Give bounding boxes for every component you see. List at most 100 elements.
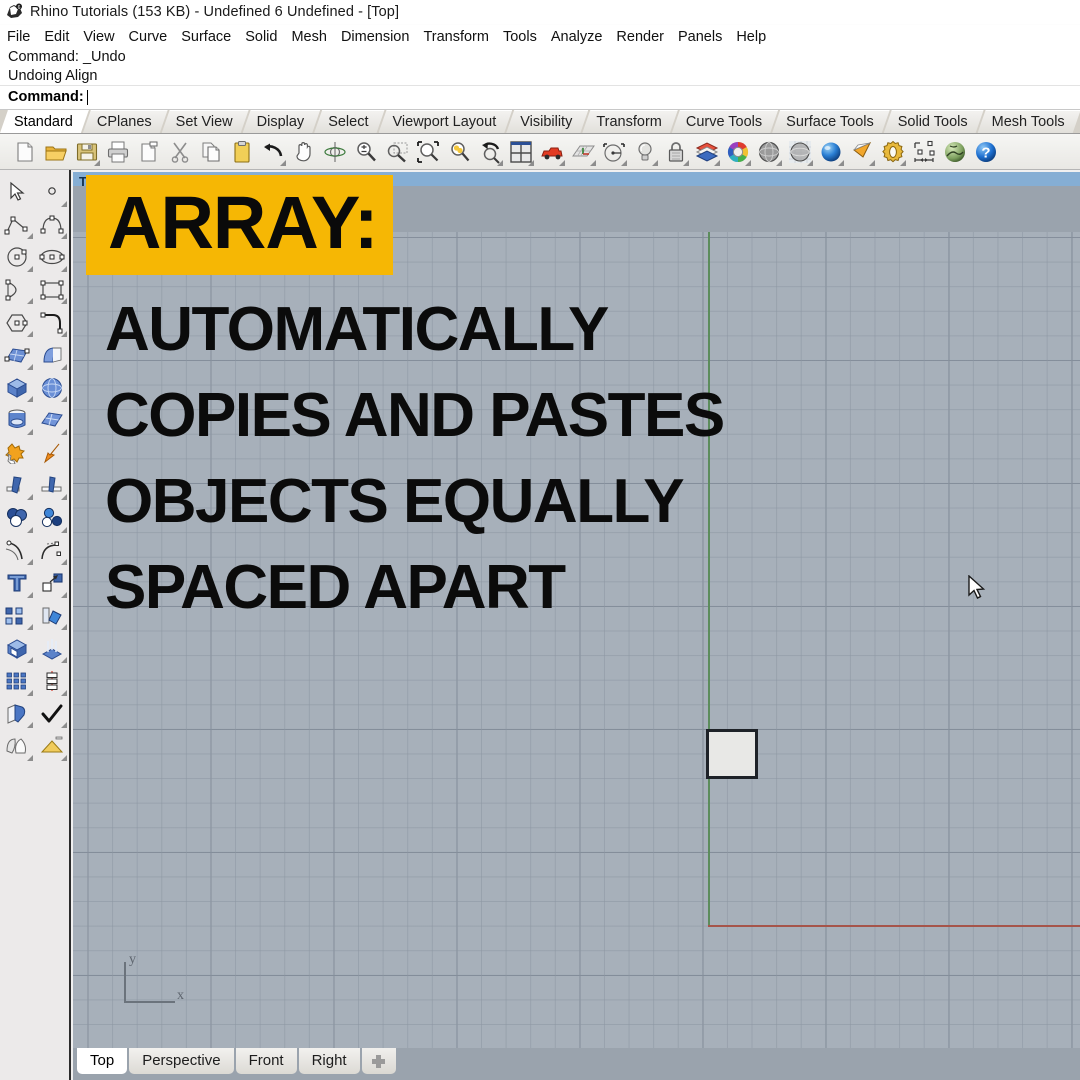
cylinder-solid-icon[interactable] — [0, 404, 35, 437]
set-cplane-origin-icon[interactable] — [598, 136, 629, 168]
undo-arrow-icon[interactable] — [257, 136, 288, 168]
move-object-icon[interactable] — [35, 567, 70, 600]
menu-file[interactable]: File — [7, 29, 38, 45]
array-linear-icon[interactable] — [35, 665, 70, 698]
menu-view[interactable]: View — [83, 29, 122, 45]
explode-icon[interactable] — [35, 437, 70, 470]
menu-mesh[interactable]: Mesh — [291, 29, 334, 45]
polyline-icon[interactable] — [0, 209, 35, 242]
menu-transform[interactable]: Transform — [423, 29, 497, 45]
tab-visibility[interactable]: Visibility — [506, 110, 588, 133]
surface-shade-icon[interactable] — [691, 136, 722, 168]
circle-icon[interactable] — [0, 241, 35, 274]
environment-globe-icon[interactable] — [939, 136, 970, 168]
color-wheel-icon[interactable] — [722, 136, 753, 168]
cut-scissors-icon[interactable] — [164, 136, 195, 168]
ghosted-sphere-icon[interactable] — [784, 136, 815, 168]
zoom-in-out-icon[interactable] — [350, 136, 381, 168]
spotlight-cone-icon[interactable] — [846, 136, 877, 168]
zoom-extents-icon[interactable] — [412, 136, 443, 168]
ellipse-icon[interactable] — [35, 241, 70, 274]
tab-select[interactable]: Select — [314, 110, 384, 133]
tab-solid-tools[interactable]: Solid Tools — [884, 110, 984, 133]
lock-object-icon[interactable] — [660, 136, 691, 168]
viewport-layout-4view-icon[interactable] — [505, 136, 536, 168]
new-file-icon[interactable] — [9, 136, 40, 168]
viewport-tab-front[interactable]: Front — [235, 1048, 297, 1074]
extrude-surface-icon[interactable] — [35, 339, 70, 372]
gear-options-icon[interactable] — [877, 136, 908, 168]
cap-planar-holes-icon[interactable] — [0, 632, 35, 665]
menu-curve[interactable]: Curve — [129, 29, 176, 45]
zoom-selected-icon[interactable] — [443, 136, 474, 168]
blend-curve-icon[interactable] — [35, 535, 70, 568]
save-icon[interactable] — [71, 136, 102, 168]
top-viewport[interactable]: Top y x ARRAY: AUTOMATICALLY COPIES AND … — [73, 172, 1080, 1048]
control-point-curve-icon[interactable] — [35, 209, 70, 242]
tab-display[interactable]: Display — [243, 110, 321, 133]
help-question-icon[interactable]: ? — [970, 136, 1001, 168]
viewport-tab-right[interactable]: Right — [298, 1048, 360, 1074]
mesh-from-surface-icon[interactable] — [0, 437, 35, 470]
menu-analyze[interactable]: Analyze — [551, 29, 611, 45]
undo-view-change-icon[interactable] — [474, 136, 505, 168]
copy-pages-icon[interactable] — [195, 136, 226, 168]
text-object-icon[interactable] — [0, 567, 35, 600]
open-folder-icon[interactable] — [40, 136, 71, 168]
surface-from-points-icon[interactable] — [0, 339, 35, 372]
menu-tools[interactable]: Tools — [503, 29, 545, 45]
menu-dimension[interactable]: Dimension — [341, 29, 418, 45]
shaded-sphere-icon[interactable] — [753, 136, 784, 168]
boolean-split-icon[interactable] — [0, 730, 35, 763]
sphere-solid-icon[interactable] — [35, 372, 70, 405]
curve-fillet-icon[interactable] — [35, 306, 70, 339]
rendered-sphere-icon[interactable] — [815, 136, 846, 168]
array-grid-icon[interactable] — [0, 665, 35, 698]
arc-icon[interactable] — [0, 274, 35, 307]
tab-surface-tools[interactable]: Surface Tools — [772, 110, 890, 133]
render-car-icon[interactable] — [536, 136, 567, 168]
tab-cplanes[interactable]: CPlanes — [83, 110, 168, 133]
menu-surface[interactable]: Surface — [181, 29, 239, 45]
offset-curve-icon[interactable] — [0, 535, 35, 568]
surface-patch-icon[interactable] — [35, 404, 70, 437]
dimension-tool-icon[interactable] — [908, 136, 939, 168]
boolean-difference-icon[interactable] — [35, 502, 70, 535]
tab-viewport-layout[interactable]: Viewport Layout — [379, 110, 513, 133]
tab-set-view[interactable]: Set View — [162, 110, 249, 133]
point-object-icon[interactable] — [35, 176, 70, 209]
cplane-grid-icon[interactable] — [567, 136, 598, 168]
tab-standard[interactable]: Standard — [0, 110, 89, 133]
split-icon[interactable] — [35, 469, 70, 502]
check-object-icon[interactable] — [35, 698, 70, 731]
boolean-union-icon[interactable] — [0, 502, 35, 535]
tab-mesh-tools[interactable]: Mesh Tools — [978, 110, 1080, 133]
copy-to-clipboard-icon[interactable] — [133, 136, 164, 168]
rotate-view-icon[interactable] — [319, 136, 350, 168]
menu-panels[interactable]: Panels — [678, 29, 730, 45]
command-prompt[interactable]: Command: — [0, 86, 1080, 108]
select-arrow-icon[interactable] — [0, 176, 35, 209]
copy-object-icon[interactable] — [0, 600, 35, 633]
menu-solid[interactable]: Solid — [245, 29, 285, 45]
white-square-object[interactable] — [706, 729, 758, 779]
viewport-tab-top[interactable]: Top — [77, 1048, 128, 1074]
menu-render[interactable]: Render — [616, 29, 672, 45]
viewport-tab-perspective[interactable]: Perspective — [129, 1048, 234, 1074]
rectangle-icon[interactable] — [35, 274, 70, 307]
pan-hand-icon[interactable] — [288, 136, 319, 168]
render-material-icon[interactable] — [35, 730, 70, 763]
extrude-curve-icon[interactable] — [35, 632, 70, 665]
zoom-window-icon[interactable] — [381, 136, 412, 168]
layer-bulb-icon[interactable] — [629, 136, 660, 168]
polygon-icon[interactable] — [0, 306, 35, 339]
fillet-edge-icon[interactable] — [0, 698, 35, 731]
menu-help[interactable]: Help — [736, 29, 774, 45]
menu-edit[interactable]: Edit — [44, 29, 77, 45]
paste-clipboard-icon[interactable] — [226, 136, 257, 168]
tab-curve-tools[interactable]: Curve Tools — [672, 110, 778, 133]
rotate-object-icon[interactable] — [35, 600, 70, 633]
trim-icon[interactable] — [0, 469, 35, 502]
print-icon[interactable] — [102, 136, 133, 168]
add-viewport-tab-button[interactable] — [361, 1048, 396, 1074]
